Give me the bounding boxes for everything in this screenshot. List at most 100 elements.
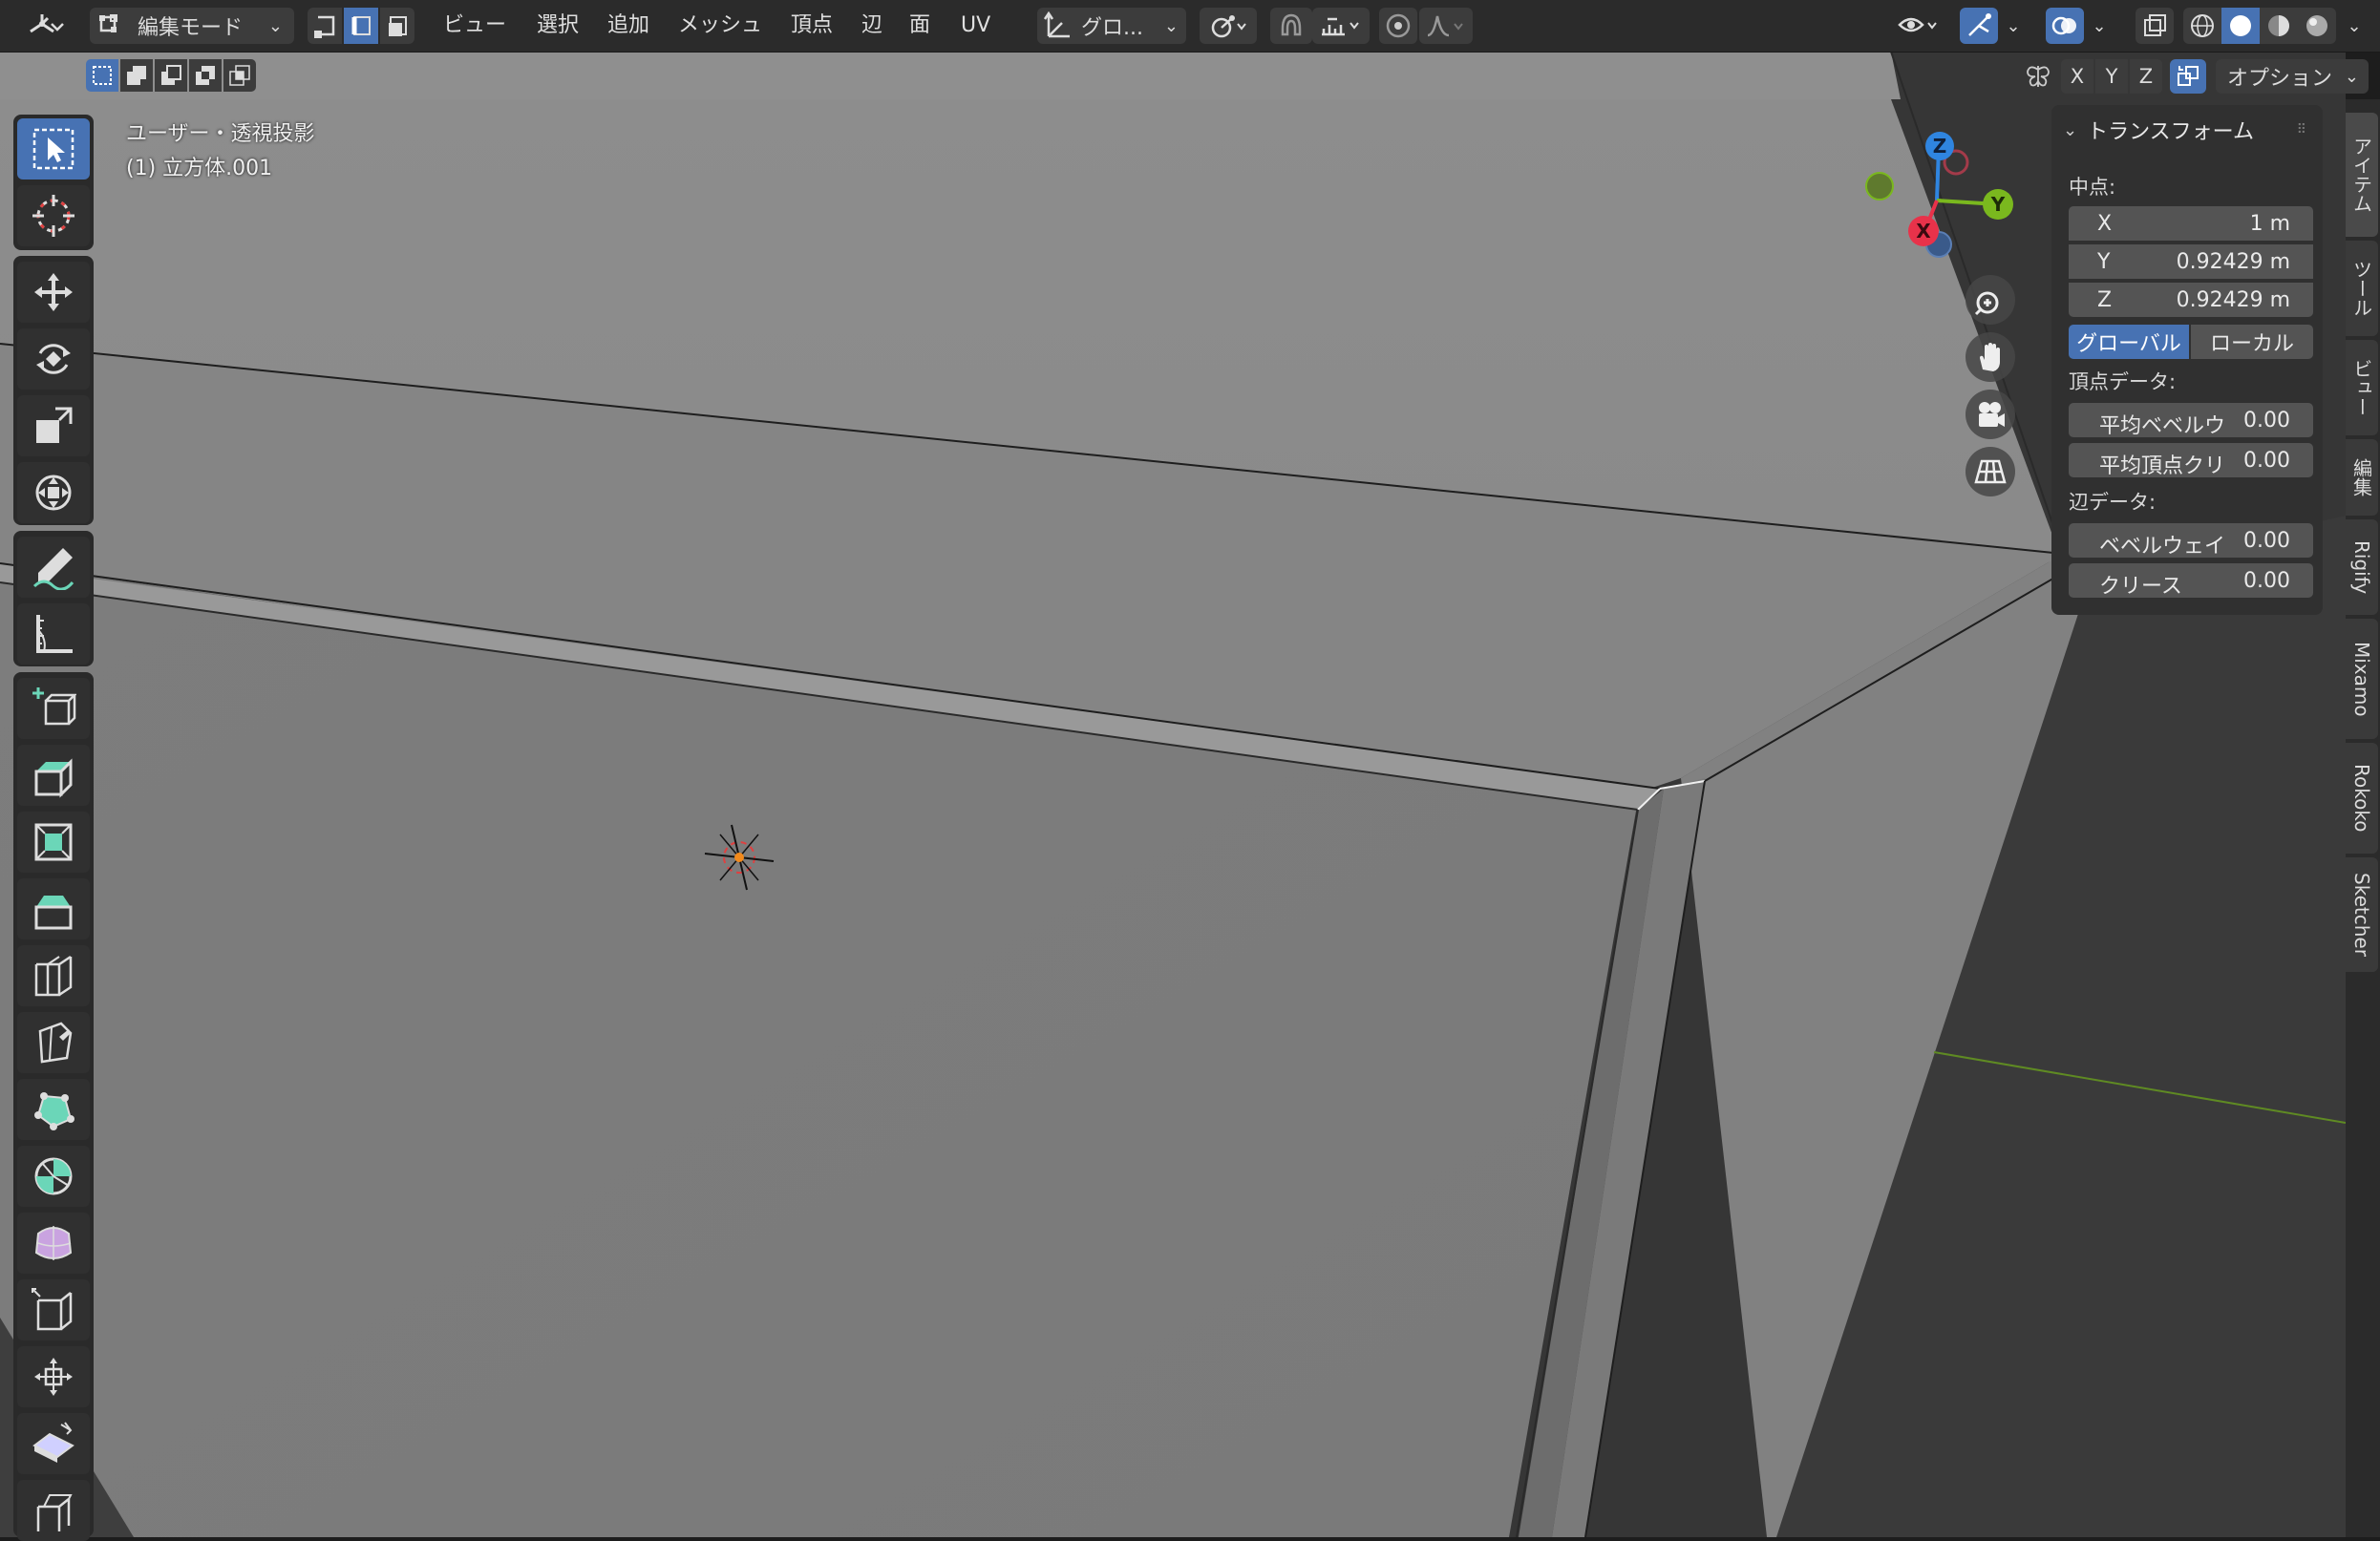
shading-dropdown[interactable]: ⌄ bbox=[2340, 8, 2369, 44]
bevel-icon[interactable] bbox=[17, 878, 90, 939]
menu-select[interactable]: 選択 bbox=[531, 10, 584, 42]
median-y-field[interactable]: Y 0.92429 m bbox=[2069, 244, 2313, 279]
menu-vertex[interactable]: 頂点 bbox=[785, 10, 839, 42]
mean-vertex-crease-value: 0.00 bbox=[2243, 449, 2290, 473]
select-box-icon[interactable] bbox=[17, 118, 90, 179]
tab-edit-label: 編集 bbox=[2349, 458, 2373, 496]
menu-add[interactable]: 追加 bbox=[602, 10, 655, 42]
show-overlays-toggle[interactable] bbox=[2046, 8, 2084, 44]
menu-edge[interactable]: 辺 bbox=[856, 10, 888, 42]
transform-section-header[interactable]: ⌄ トランスフォーム ⠿ bbox=[2063, 115, 2313, 145]
measure-icon[interactable] bbox=[17, 603, 90, 665]
vertex-select-mode-button[interactable] bbox=[308, 8, 342, 44]
gizmo-y-axis[interactable]: Y bbox=[1983, 189, 2013, 220]
select-difference-button[interactable] bbox=[189, 59, 222, 92]
mirror-toggle[interactable] bbox=[2019, 59, 2057, 94]
edge-select-mode-button[interactable] bbox=[344, 8, 378, 44]
tab-mixamo[interactable]: Mixamo bbox=[2346, 619, 2378, 739]
tab-item[interactable]: アイテム bbox=[2346, 113, 2378, 237]
drag-handle-icon[interactable]: ⠿ bbox=[2297, 122, 2307, 137]
select-subtract-button[interactable] bbox=[155, 59, 187, 92]
editor-3d-viewport-icon bbox=[30, 14, 64, 33]
shrink-fatten-icon[interactable] bbox=[17, 1346, 90, 1407]
visibility-dropdown[interactable] bbox=[1891, 8, 1948, 44]
tool-settings-bar: X Y Z オプション ⌄ bbox=[0, 52, 2369, 99]
proportional-editing-toggle[interactable] bbox=[1379, 8, 1417, 44]
tab-rigify[interactable]: Rigify bbox=[2346, 519, 2378, 615]
tab-tool[interactable]: ツール bbox=[2346, 241, 2378, 336]
pivot-point-dropdown[interactable] bbox=[1200, 8, 1257, 44]
menu-face[interactable]: 面 bbox=[903, 10, 936, 42]
smooth-icon[interactable] bbox=[17, 1213, 90, 1274]
inset-faces-icon[interactable] bbox=[17, 812, 90, 873]
overlays-dropdown[interactable]: ⌄ bbox=[2086, 8, 2113, 44]
rotate-icon[interactable] bbox=[17, 328, 90, 390]
shading-material-button[interactable] bbox=[2260, 8, 2298, 44]
menu-view[interactable]: ビュー bbox=[437, 10, 512, 42]
auto-merge-icon bbox=[2178, 66, 2199, 86]
crease-label: クリース bbox=[2099, 575, 2182, 599]
gizmo-dropdown[interactable]: ⌄ bbox=[2000, 8, 2027, 44]
select-extend-button[interactable] bbox=[120, 59, 153, 92]
mirror-z-toggle[interactable]: Z bbox=[2130, 59, 2162, 94]
global-toggle[interactable]: グローバル bbox=[2069, 325, 2189, 359]
auto-merge-toggle[interactable] bbox=[2170, 59, 2206, 94]
shading-rendered-button[interactable] bbox=[2298, 8, 2336, 44]
scale-icon[interactable] bbox=[17, 395, 90, 456]
gizmo-x-axis[interactable]: X bbox=[1908, 216, 1939, 246]
edge-data-label: 辺データ: bbox=[2069, 491, 2157, 514]
rip-region-icon[interactable] bbox=[17, 1480, 90, 1541]
camera-icon[interactable] bbox=[1966, 390, 2015, 439]
add-cube-icon[interactable] bbox=[17, 678, 90, 739]
perspective-grid-icon[interactable] bbox=[1966, 447, 2015, 496]
editor-type-button[interactable] bbox=[17, 8, 78, 44]
show-gizmo-toggle[interactable] bbox=[1960, 8, 1998, 44]
options-dropdown[interactable]: オプション ⌄ bbox=[2216, 59, 2369, 94]
transform-icon[interactable] bbox=[17, 462, 90, 523]
menu-uv[interactable]: UV bbox=[955, 10, 996, 42]
falloff-curve-icon bbox=[1427, 15, 1463, 37]
tab-rokoko[interactable]: Rokoko bbox=[2346, 743, 2378, 854]
xray-toggle[interactable] bbox=[2136, 8, 2174, 44]
shading-wireframe-button[interactable] bbox=[2183, 8, 2221, 44]
pan-hand-icon[interactable] bbox=[1966, 332, 2015, 382]
select-new-button[interactable] bbox=[86, 59, 118, 92]
knife-icon[interactable] bbox=[17, 1012, 90, 1073]
select-difference-icon bbox=[196, 66, 215, 85]
poly-build-icon[interactable] bbox=[17, 1079, 90, 1140]
spin-icon[interactable] bbox=[17, 1146, 90, 1207]
proportional-falloff-dropdown[interactable] bbox=[1419, 8, 1473, 44]
tab-edit[interactable]: 編集 bbox=[2346, 439, 2378, 516]
snap-target-dropdown[interactable] bbox=[1312, 8, 1370, 44]
transform-orientation-dropdown[interactable]: グロ... ⌄ bbox=[1037, 8, 1186, 44]
local-toggle[interactable]: ローカル bbox=[2191, 325, 2313, 359]
crease-value: 0.00 bbox=[2243, 569, 2290, 593]
bevel-weight-field[interactable]: ベベルウェイ 0.00 bbox=[2069, 523, 2313, 559]
crease-field[interactable]: クリース 0.00 bbox=[2069, 563, 2313, 599]
mirror-y-toggle[interactable]: Y bbox=[2095, 59, 2128, 94]
extrude-region-icon[interactable] bbox=[17, 745, 90, 806]
rendered-sphere-icon bbox=[2306, 15, 2327, 36]
median-x-field[interactable]: X 1 m bbox=[2069, 206, 2313, 241]
navigation-gizmo[interactable]: Z Y X bbox=[1862, 124, 2025, 267]
shading-solid-button[interactable] bbox=[2221, 8, 2260, 44]
annotate-icon[interactable] bbox=[17, 537, 90, 598]
median-z-field[interactable]: Z 0.92429 m bbox=[2069, 283, 2313, 317]
tab-view[interactable]: ビュー bbox=[2346, 340, 2378, 435]
mode-dropdown[interactable]: 編集モード ⌄ bbox=[90, 8, 294, 44]
tab-sketcher[interactable]: Sketcher bbox=[2346, 857, 2378, 972]
cursor-icon[interactable] bbox=[17, 185, 90, 246]
mean-bevel-weight-field[interactable]: 平均ベベルウ 0.00 bbox=[2069, 403, 2313, 438]
mirror-x-toggle[interactable]: X bbox=[2061, 59, 2093, 94]
gizmo-z-axis[interactable]: Z bbox=[1925, 132, 1954, 160]
loop-cut-icon[interactable] bbox=[17, 945, 90, 1006]
menu-mesh[interactable]: メッシュ bbox=[672, 10, 768, 42]
select-intersect-button[interactable] bbox=[223, 59, 256, 92]
face-select-mode-button[interactable] bbox=[380, 8, 414, 44]
shear-icon[interactable] bbox=[17, 1413, 90, 1474]
mean-vertex-crease-field[interactable]: 平均頂点クリ 0.00 bbox=[2069, 443, 2313, 478]
edge-slide-icon[interactable] bbox=[17, 1279, 90, 1340]
move-icon[interactable] bbox=[17, 262, 90, 323]
zoom-icon[interactable] bbox=[1966, 275, 2015, 325]
snap-toggle[interactable] bbox=[1270, 8, 1312, 44]
